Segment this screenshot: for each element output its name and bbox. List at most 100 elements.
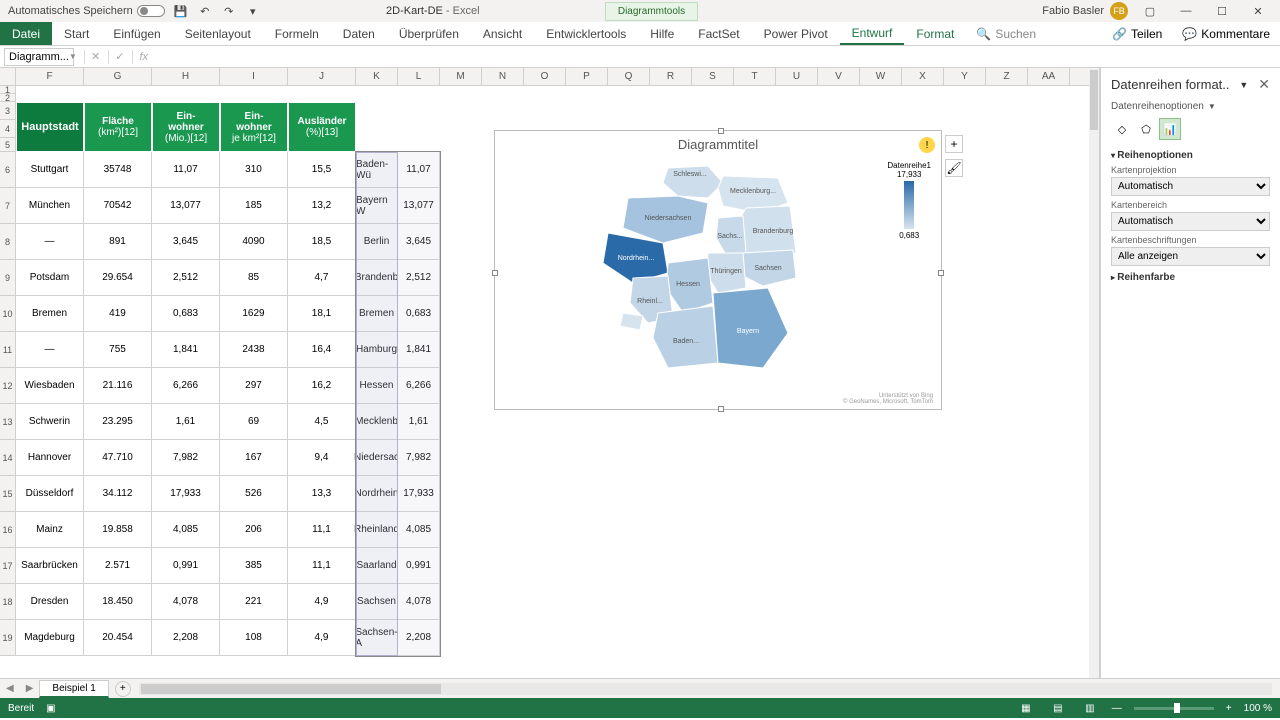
cell[interactable]: 13,3 <box>288 476 356 512</box>
cell[interactable]: Düsseldorf <box>16 476 84 512</box>
cell[interactable]: 4,085 <box>152 512 220 548</box>
column-header[interactable]: T <box>734 68 776 85</box>
cell[interactable]: Magdeburg <box>16 620 84 656</box>
tab-format[interactable]: Format <box>904 22 966 45</box>
row-header[interactable]: 8 <box>0 224 16 260</box>
map-chart[interactable]: + 🖌 ! Diagrammtitel Datenreihe1 17,933 0… <box>494 130 942 410</box>
cell[interactable]: 47.710 <box>84 440 152 476</box>
chart-elements-button[interactable]: + <box>945 135 963 153</box>
cell[interactable]: 70542 <box>84 188 152 224</box>
cell[interactable]: 15,5 <box>288 152 356 188</box>
column-header[interactable]: I <box>220 68 288 85</box>
cell[interactable]: — <box>16 332 84 368</box>
column-header[interactable]: V <box>818 68 860 85</box>
row-header[interactable]: 9 <box>0 260 16 296</box>
cell[interactable]: Dresden <box>16 584 84 620</box>
cell[interactable]: 23.295 <box>84 404 152 440</box>
zoom-level[interactable]: 100 % <box>1244 703 1272 714</box>
cell[interactable]: 13,077 <box>152 188 220 224</box>
tab-data[interactable]: Daten <box>331 22 387 45</box>
chart-warning-icon[interactable]: ! <box>919 137 935 153</box>
tab-devtools[interactable]: Entwicklertools <box>534 22 638 45</box>
row-header[interactable]: 10 <box>0 296 16 332</box>
cell[interactable]: 4,5 <box>288 404 356 440</box>
undo-icon[interactable]: ↶ <box>197 3 213 19</box>
column-header[interactable]: L <box>398 68 440 85</box>
fx-icon[interactable]: fx <box>132 50 148 64</box>
cell[interactable]: 18,1 <box>288 296 356 332</box>
tab-formulas[interactable]: Formeln <box>263 22 331 45</box>
cell[interactable]: 9,4 <box>288 440 356 476</box>
cell[interactable]: 0,683 <box>152 296 220 332</box>
macro-record-icon[interactable]: ▣ <box>46 703 55 714</box>
sheet-nav-next[interactable]: ▶ <box>20 683 40 694</box>
cell[interactable]: Wiesbaden <box>16 368 84 404</box>
sheet-nav-prev[interactable]: ◀ <box>0 683 20 694</box>
column-header[interactable]: Y <box>944 68 986 85</box>
column-header[interactable]: W <box>860 68 902 85</box>
cell[interactable]: 2,208 <box>152 620 220 656</box>
cell[interactable]: 4090 <box>220 224 288 260</box>
zoom-slider[interactable] <box>1134 707 1214 710</box>
tab-design[interactable]: Entwurf <box>840 22 905 45</box>
cell[interactable]: 11,1 <box>288 548 356 584</box>
cell[interactable]: Schwerin <box>16 404 84 440</box>
tab-start[interactable]: Start <box>52 22 101 45</box>
cell[interactable]: 4,7 <box>288 260 356 296</box>
tab-insert[interactable]: Einfügen <box>101 22 172 45</box>
cell[interactable]: 0,991 <box>152 548 220 584</box>
cell[interactable]: 19.858 <box>84 512 152 548</box>
row-header[interactable]: 12 <box>0 368 16 404</box>
column-header[interactable]: Z <box>986 68 1028 85</box>
section-series-options[interactable]: Reihenoptionen <box>1111 150 1270 161</box>
comments-button[interactable]: 💬 Kommentare <box>1172 22 1280 45</box>
cell[interactable]: 206 <box>220 512 288 548</box>
row-header[interactable]: 4 <box>0 120 16 138</box>
qat-dropdown-icon[interactable]: ▾ <box>245 3 261 19</box>
column-header[interactable]: O <box>524 68 566 85</box>
cell[interactable]: 3,645 <box>152 224 220 260</box>
row-header[interactable]: 7 <box>0 188 16 224</box>
tab-review[interactable]: Überprüfen <box>387 22 471 45</box>
row-header[interactable]: 17 <box>0 548 16 584</box>
add-sheet-button[interactable]: + <box>115 681 131 697</box>
share-button[interactable]: 🔗 Teilen <box>1102 22 1172 45</box>
column-header[interactable]: Q <box>608 68 650 85</box>
zoom-out-button[interactable]: — <box>1112 703 1122 714</box>
cell[interactable]: 385 <box>220 548 288 584</box>
cell[interactable]: 755 <box>84 332 152 368</box>
column-header[interactable]: J <box>288 68 356 85</box>
fill-line-icon[interactable]: ◇ <box>1111 118 1133 140</box>
cell[interactable]: 7,982 <box>152 440 220 476</box>
cell[interactable]: 1629 <box>220 296 288 332</box>
row-header[interactable]: 19 <box>0 620 16 656</box>
column-header[interactable]: P <box>566 68 608 85</box>
cell[interactable]: 185 <box>220 188 288 224</box>
cell[interactable]: Mainz <box>16 512 84 548</box>
search-box[interactable]: 🔍 Suchen <box>966 22 1046 45</box>
cell[interactable]: 16,4 <box>288 332 356 368</box>
cell[interactable]: 34.112 <box>84 476 152 512</box>
cell[interactable]: 1,841 <box>152 332 220 368</box>
effects-icon[interactable]: ⬠ <box>1135 118 1157 140</box>
cell[interactable]: 4,078 <box>152 584 220 620</box>
view-normal-icon[interactable]: ▦ <box>1016 701 1036 715</box>
row-header[interactable]: 13 <box>0 404 16 440</box>
ribbon-display-icon[interactable]: ▢ <box>1136 1 1164 21</box>
column-header[interactable]: K <box>356 68 398 85</box>
tab-help[interactable]: Hilfe <box>638 22 686 45</box>
horizontal-scrollbar[interactable] <box>139 683 1272 695</box>
row-header[interactable]: 16 <box>0 512 16 548</box>
user-account[interactable]: Fabio Basler FB <box>1042 2 1128 20</box>
cell[interactable]: 221 <box>220 584 288 620</box>
cell[interactable]: 16,2 <box>288 368 356 404</box>
worksheet-grid[interactable]: FGHIJKLMNOPQRSTUVWXYZAA 1234567891011121… <box>0 68 1100 678</box>
tab-factset[interactable]: FactSet <box>686 22 751 45</box>
column-header[interactable]: AA <box>1028 68 1070 85</box>
select-map-labels[interactable]: Alle anzeigen <box>1111 247 1270 266</box>
select-projection[interactable]: Automatisch <box>1111 177 1270 196</box>
view-pagebreak-icon[interactable]: ▥ <box>1080 701 1100 715</box>
row-header[interactable]: 6 <box>0 152 16 188</box>
row-header[interactable]: 14 <box>0 440 16 476</box>
view-pagelayout-icon[interactable]: ▤ <box>1048 701 1068 715</box>
